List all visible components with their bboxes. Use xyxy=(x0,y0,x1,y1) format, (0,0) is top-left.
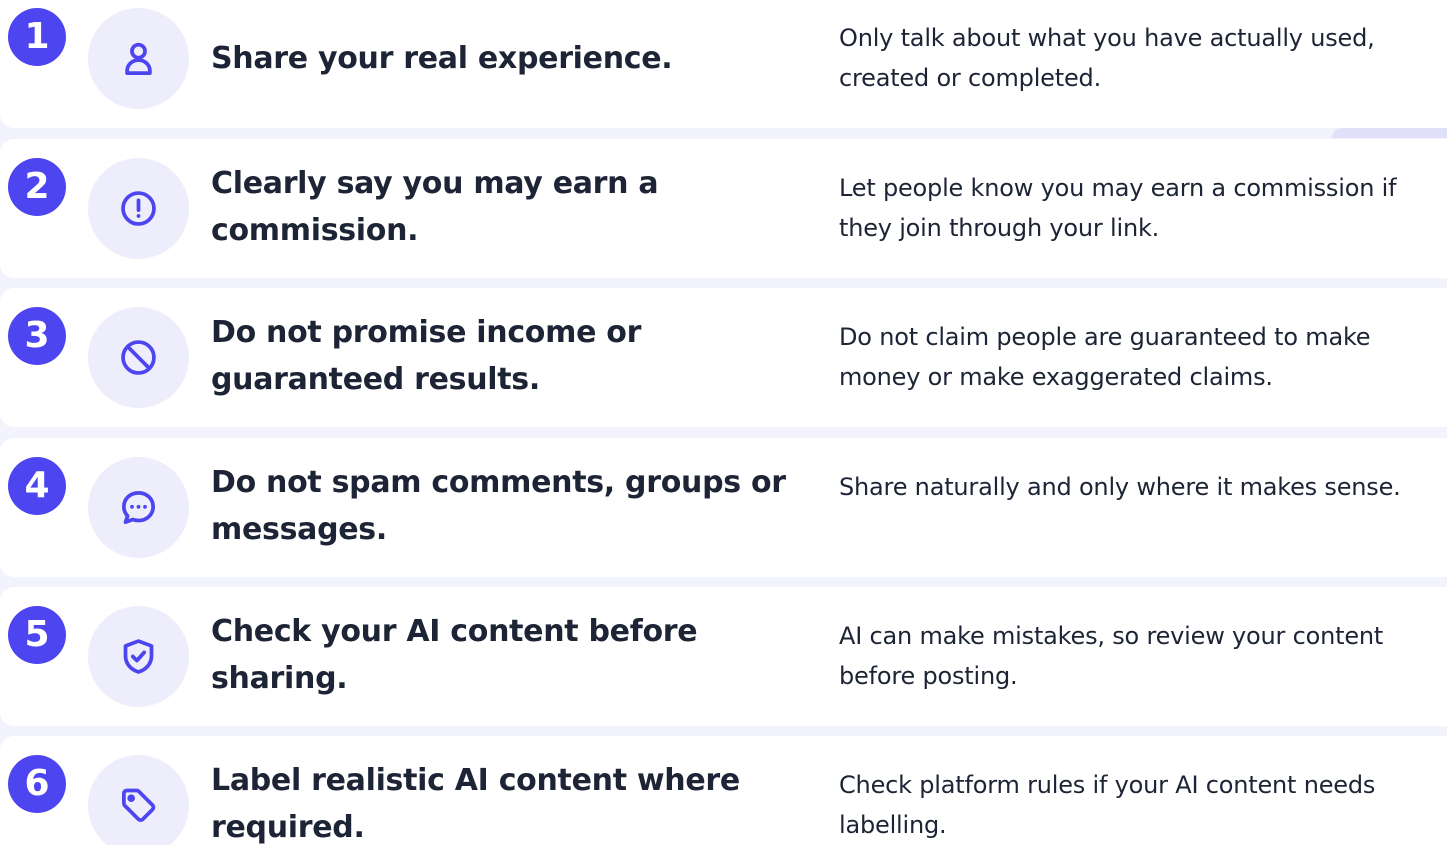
rule-number-badge: 3 xyxy=(8,307,66,365)
rule-row-2: 2 Clearly say you may earn a commission.… xyxy=(0,139,1447,278)
rule-number-badge: 4 xyxy=(8,457,66,515)
rule-description: Check platform rules if your AI content … xyxy=(839,771,1376,839)
rule-title: Share your real experience. xyxy=(211,41,673,76)
rule-row-3: 3 Do not promise income or guaranteed re… xyxy=(0,288,1447,427)
rule-title: Clearly say you may earn a commission. xyxy=(211,166,659,248)
rule-row-5: 5 Check your AI content before sharing. … xyxy=(0,587,1447,726)
rule-title: Do not promise income or guaranteed resu… xyxy=(211,315,642,397)
rule-description: Do not claim people are guaranteed to ma… xyxy=(839,323,1371,391)
rule-description: Share naturally and only where it makes … xyxy=(839,473,1401,501)
rule-title: Check your AI content before sharing. xyxy=(211,614,698,696)
rule-number-badge: 2 xyxy=(8,158,66,216)
rules-list: 1 Share your real experience. Only talk … xyxy=(0,0,1447,845)
rule-title: Do not spam comments, groups or messages… xyxy=(211,465,786,547)
alert-circle-icon xyxy=(88,158,189,259)
user-icon xyxy=(88,8,189,109)
rule-description: Only talk about what you have actually u… xyxy=(839,24,1375,92)
rule-number-badge: 1 xyxy=(8,8,66,66)
rule-title: Label realistic AI content where require… xyxy=(211,763,740,845)
rule-number-badge: 6 xyxy=(8,755,66,813)
rule-number-badge: 5 xyxy=(8,606,66,664)
rule-row-4: 4 Do not spam comments, groups or messag… xyxy=(0,438,1447,577)
ban-icon xyxy=(88,307,189,408)
accent-strip xyxy=(1332,128,1447,138)
rule-description: Let people know you may earn a commissio… xyxy=(839,174,1397,242)
rule-row-6: 6 Label realistic AI content where requi… xyxy=(0,736,1447,845)
tag-icon xyxy=(88,755,189,845)
chat-bubble-icon xyxy=(88,457,189,558)
rule-description: AI can make mistakes, so review your con… xyxy=(839,622,1384,690)
shield-check-icon xyxy=(88,606,189,707)
rule-row-1: 1 Share your real experience. Only talk … xyxy=(0,0,1447,128)
